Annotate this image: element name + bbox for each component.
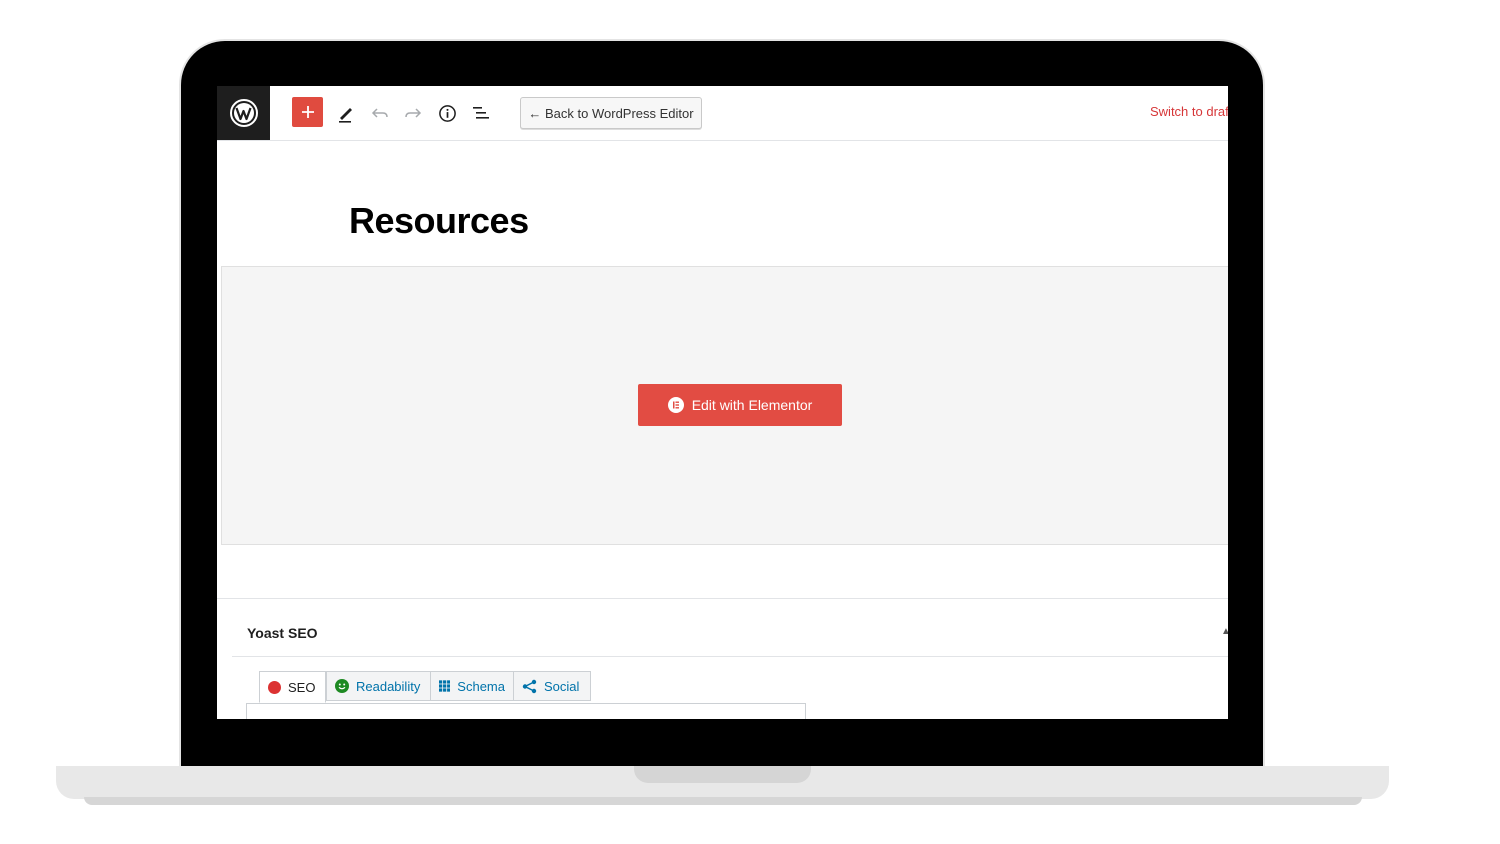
smiley-icon [335, 679, 349, 693]
edit-with-elementor-button[interactable]: Edit with Elementor [638, 384, 842, 426]
laptop-screen: ← Back to WordPress Editor Switch to dra… [217, 86, 1228, 719]
list-view-icon [473, 107, 489, 119]
wordpress-logo-button[interactable] [217, 86, 270, 140]
tab-readability[interactable]: Readability [326, 671, 431, 701]
add-block-button[interactable] [292, 97, 323, 127]
redo-icon [405, 108, 422, 118]
tab-seo-label: SEO [288, 679, 316, 695]
page-title[interactable]: Resources [349, 200, 529, 242]
laptop-base-shadow [84, 797, 1362, 805]
tab-schema[interactable]: Schema [430, 671, 514, 701]
tab-social[interactable]: Social [513, 671, 591, 701]
tab-readability-label: Readability [356, 678, 421, 694]
tab-seo[interactable]: SEO [259, 671, 326, 703]
wordpress-icon [229, 99, 258, 127]
grid-icon [439, 680, 451, 692]
share-icon [522, 679, 537, 693]
collapse-caret-icon[interactable]: ▲ [1221, 626, 1228, 637]
tools-button[interactable] [330, 97, 362, 129]
red-dot-icon [268, 680, 281, 694]
yoast-seo-panel: Yoast SEO ▲ SEO Readability Schema Socia… [217, 598, 1228, 719]
laptop-notch [634, 766, 811, 783]
yoast-panel-title[interactable]: Yoast SEO [247, 625, 318, 641]
pencil-icon [339, 108, 352, 123]
yoast-divider [232, 656, 1228, 657]
plus-icon [301, 106, 314, 118]
details-button[interactable] [431, 97, 463, 129]
list-view-button[interactable] [465, 97, 497, 129]
elementor-icon [667, 397, 684, 413]
undo-icon [371, 108, 388, 118]
back-to-wordpress-editor-button[interactable]: ← Back to WordPress Editor [520, 97, 702, 129]
tab-social-label: Social [544, 678, 580, 694]
redo-button[interactable] [397, 97, 429, 129]
switch-to-draft-link[interactable]: Switch to draf [1150, 104, 1228, 119]
edit-with-elementor-label: Edit with Elementor [691, 397, 813, 413]
info-icon [438, 104, 456, 122]
editor-toolbar: ← Back to WordPress Editor Switch to dra… [217, 86, 1228, 141]
tab-schema-label: Schema [457, 678, 505, 694]
undo-button[interactable] [364, 97, 396, 129]
yoast-tab-content [246, 703, 806, 719]
